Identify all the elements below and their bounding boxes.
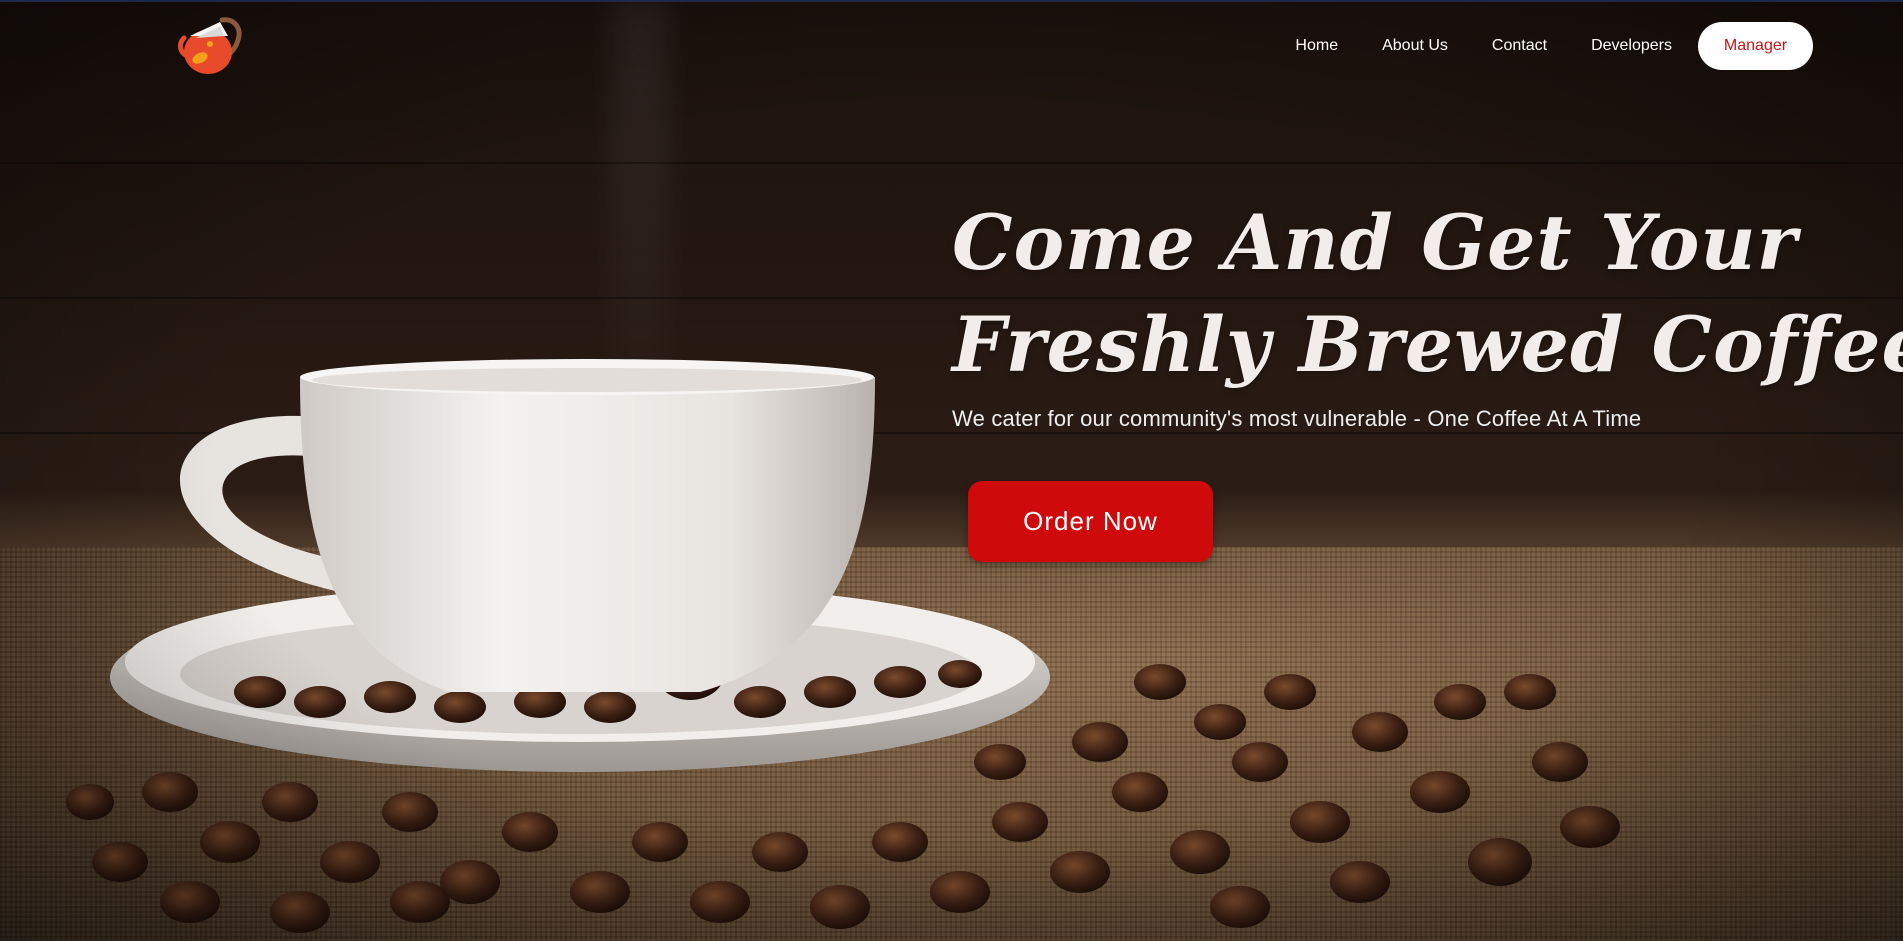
main-nav: Home About Us Contact Developers Manager bbox=[1273, 22, 1813, 70]
nav-item-about-us[interactable]: About Us bbox=[1360, 37, 1470, 55]
hero-headline-line-1: Come And Get Your bbox=[952, 198, 1798, 287]
hero-headline: Come And Get Your Freshly Brewed Coffee bbox=[952, 192, 1903, 396]
brand-logo[interactable] bbox=[176, 14, 246, 76]
manager-button[interactable]: Manager bbox=[1698, 22, 1813, 70]
order-now-button[interactable]: Order Now bbox=[968, 481, 1213, 562]
hero-subline: We cater for our community's most vulner… bbox=[952, 406, 1642, 431]
nav-item-contact[interactable]: Contact bbox=[1470, 37, 1569, 55]
hero-section: Home About Us Contact Developers Manager… bbox=[0, 0, 1903, 941]
coffee-cup-image bbox=[66, 359, 1620, 933]
nav-item-home[interactable]: Home bbox=[1273, 37, 1360, 55]
nav-item-developers[interactable]: Developers bbox=[1569, 37, 1694, 55]
hero-headline-line-2: Freshly Brewed Coffee bbox=[952, 300, 1903, 389]
coffee-pot-logo-icon bbox=[178, 17, 242, 74]
